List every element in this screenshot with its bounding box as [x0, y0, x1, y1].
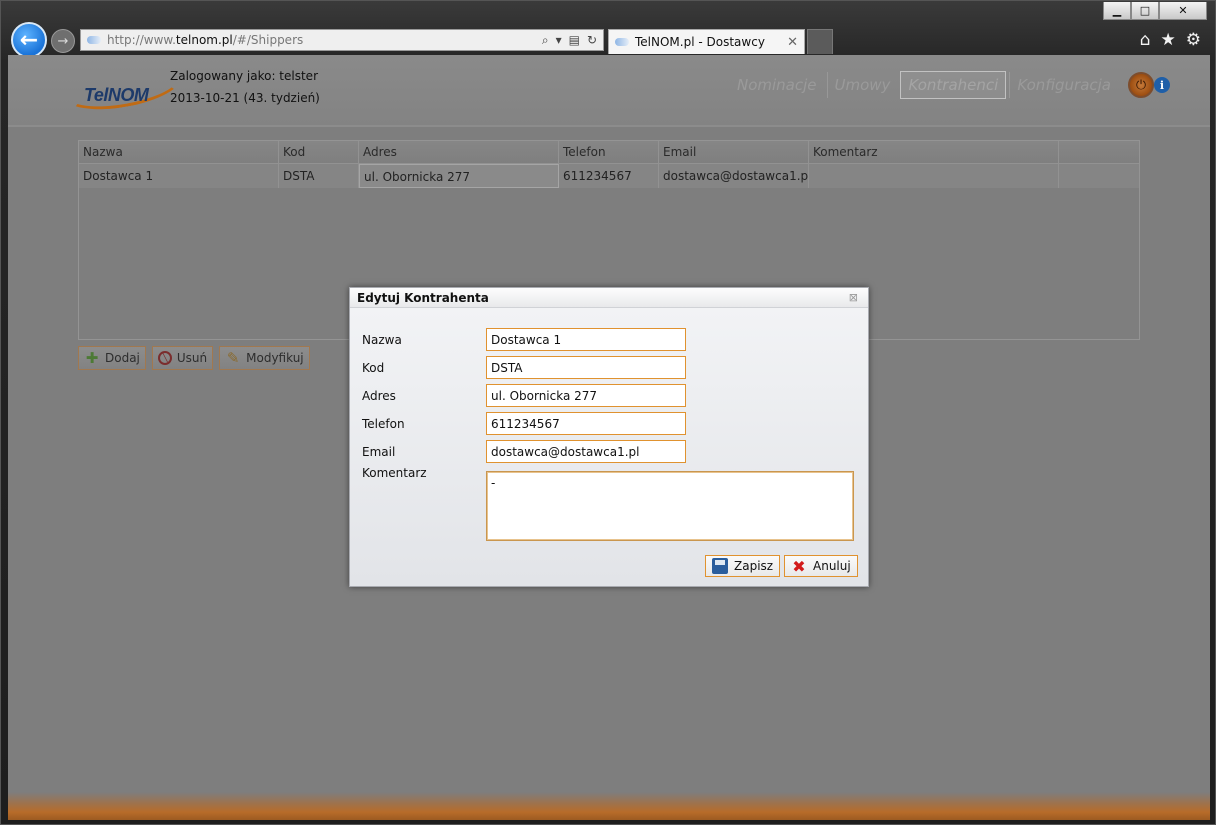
add-label: Dodaj: [105, 351, 140, 365]
current-date-week: 2013-10-21 (43. tydzień): [170, 91, 320, 105]
tab-dostawcy[interactable]: TelNOM.pl - Dostawcy ✕: [608, 29, 805, 54]
adres-input[interactable]: [486, 384, 686, 407]
grid-header: Nazwa Kod Adres Telefon Email Komentarz: [79, 141, 1139, 164]
page-footer: [8, 782, 1210, 820]
info-icon[interactable]: i: [1154, 77, 1170, 93]
favicon-icon: [615, 38, 629, 46]
save-label: Zapisz: [734, 559, 774, 573]
cell-kod[interactable]: DSTA: [279, 164, 359, 188]
favorites-star-icon[interactable]: ★: [1161, 30, 1176, 50]
column-header-kod[interactable]: Kod: [279, 141, 359, 163]
cell-spacer: [1059, 164, 1139, 188]
browser-window: ▁ □ ✕ ← → http://www. telnom.pl/#/Shipper…: [0, 0, 1216, 825]
logo-text: TelNOM: [84, 85, 149, 105]
nav-umowy[interactable]: Umowy: [826, 72, 898, 98]
field-row-kod: Kod: [362, 356, 686, 379]
url-domain: telnom.pl: [175, 33, 233, 47]
search-icon[interactable]: ⌕: [542, 33, 549, 48]
minimize-button[interactable]: ▁: [1103, 2, 1131, 20]
column-header-telefon[interactable]: Telefon: [559, 141, 659, 163]
red-x-icon: ✖: [792, 556, 806, 576]
email-input[interactable]: [486, 440, 686, 463]
nazwa-label: Nazwa: [362, 332, 402, 347]
dialog-close-icon[interactable]: ⊠: [849, 291, 858, 304]
cancel-label: Anuluj: [813, 559, 851, 573]
delete-label: Usuń: [176, 351, 208, 365]
field-row-adres: Adres: [362, 384, 686, 407]
plus-icon: ✚: [85, 349, 99, 367]
logout-power-icon[interactable]: ⏻: [1128, 72, 1154, 98]
telefon-label: Telefon: [362, 416, 405, 431]
column-header-email[interactable]: Email: [659, 141, 809, 163]
floppy-disk-icon: [712, 558, 728, 574]
grid-actions: ✚ Dodaj ╲ Usuń ✎ Modyfikuj: [78, 346, 310, 370]
gear-icon[interactable]: ⚙: [1186, 30, 1201, 50]
top-navigation: Nominacje Umowy Kontrahenci Konfiguracja…: [727, 71, 1154, 99]
page-header: TelNOM Zalogowany jako: telster 2013-10-…: [8, 55, 1210, 125]
field-row-nazwa: Nazwa: [362, 328, 686, 351]
back-button[interactable]: ←: [11, 22, 47, 58]
komentarz-label: Komentarz: [362, 466, 427, 480]
dialog-title: Edytuj Kontrahenta: [350, 288, 868, 308]
maximize-button[interactable]: □: [1131, 2, 1159, 20]
forward-button[interactable]: →: [51, 29, 75, 53]
field-row-telefon: Telefon: [362, 412, 686, 435]
kod-input[interactable]: [486, 356, 686, 379]
column-header-nazwa[interactable]: Nazwa: [79, 141, 279, 163]
compat-view-icon[interactable]: ▤: [569, 33, 580, 48]
table-row[interactable]: Dostawca 1 DSTA ul. Obornicka 277 611234…: [79, 164, 1139, 188]
save-button[interactable]: Zapisz: [705, 555, 781, 577]
logged-in-as: Zalogowany jako: telster: [170, 69, 319, 83]
column-header-adres[interactable]: Adres: [359, 141, 559, 163]
header-divider: [8, 125, 1210, 127]
komentarz-textarea[interactable]: -: [486, 471, 854, 541]
modify-label: Modyfikuj: [246, 351, 304, 365]
nazwa-input[interactable]: [486, 328, 686, 351]
email-label: Email: [362, 444, 396, 459]
column-header-spacer: [1059, 141, 1139, 163]
cancel-button[interactable]: ✖ Anuluj: [784, 555, 858, 577]
arrow-right-icon: →: [57, 33, 69, 49]
dropdown-icon[interactable]: ▾: [556, 33, 562, 48]
user-info: Zalogowany jako: telster 2013-10-21 (43.…: [170, 65, 320, 109]
favicon-icon: [87, 36, 101, 44]
nav-konfiguracja[interactable]: Konfiguracja: [1009, 72, 1118, 98]
add-button[interactable]: ✚ Dodaj: [78, 346, 146, 370]
tab-close-icon[interactable]: ✕: [787, 35, 798, 50]
field-row-komentarz: Komentarz: [362, 466, 486, 480]
nav-kontrahenci[interactable]: Kontrahenci: [900, 71, 1007, 99]
url-suffix: /#/Shippers: [232, 33, 304, 47]
window-controls: ▁ □ ✕: [1103, 2, 1207, 20]
edit-contractor-dialog: Edytuj Kontrahenta ⊠ Nazwa Kod Adres Tel…: [349, 287, 869, 587]
cell-email[interactable]: dostawca@dostawca1.pl: [659, 164, 809, 188]
telnom-logo: TelNOM: [36, 57, 185, 117]
kod-label: Kod: [362, 360, 385, 375]
pencil-icon: ✎: [226, 349, 240, 367]
adres-label: Adres: [362, 388, 396, 403]
modify-button[interactable]: ✎ Modyfikuj: [219, 346, 310, 370]
telefon-input[interactable]: [486, 412, 686, 435]
new-tab-button[interactable]: [807, 29, 833, 54]
cell-telefon[interactable]: 611234567: [559, 164, 659, 188]
refresh-icon[interactable]: ↻: [587, 33, 597, 48]
cell-nazwa[interactable]: Dostawca 1: [79, 164, 279, 188]
nav-nominacje[interactable]: Nominacje: [730, 72, 824, 98]
tab-title: TelNOM.pl - Dostawcy: [635, 35, 765, 49]
arrow-left-icon: ←: [19, 27, 39, 53]
delete-button[interactable]: ╲ Usuń: [151, 346, 214, 370]
cell-komentarz[interactable]: [809, 164, 1059, 188]
url-prefix: http://www.: [107, 33, 176, 47]
column-header-komentarz[interactable]: Komentarz: [809, 141, 1059, 163]
close-window-button[interactable]: ✕: [1159, 2, 1207, 20]
cell-adres[interactable]: ul. Obornicka 277: [359, 164, 559, 188]
home-icon[interactable]: ⌂: [1140, 30, 1151, 50]
address-bar[interactable]: http://www. telnom.pl/#/Shippers ⌕ ▾ ▤ ↻: [80, 29, 604, 51]
ban-icon: ╲: [157, 351, 172, 365]
field-row-email: Email: [362, 440, 686, 463]
